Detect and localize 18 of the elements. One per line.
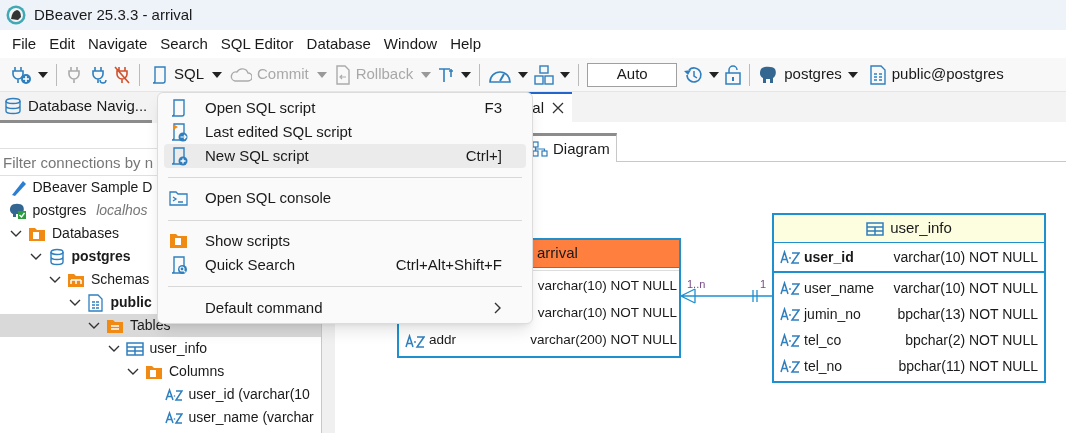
column-type: bpchar(11) NOT NULL: [898, 356, 1038, 376]
column-name: tel_co: [804, 330, 842, 350]
column-type: bpchar(2) NOT NULL: [905, 330, 1038, 350]
column-name: user_name: [804, 278, 875, 298]
cardinality-label: 1: [760, 277, 767, 292]
column-type: varchar(10) NOT NULL: [893, 278, 1038, 298]
entity-header: user_info: [774, 215, 1044, 243]
window-title: DBeaver 25.3.3 - arrival: [34, 4, 193, 25]
column-type: varchar(10) NOT NULL: [537, 304, 677, 323]
column-type: varchar(10) NOT NULL: [537, 277, 677, 296]
column-type: varchar(200) NOT NULL: [530, 331, 677, 350]
column-name: addr: [429, 331, 457, 350]
column-name: tel_no: [804, 356, 843, 376]
column-type: bpchar(13) NOT NULL: [897, 304, 1038, 324]
column-name: jumin_no: [804, 304, 861, 324]
cardinality-label: 1..n: [687, 277, 706, 292]
column-type: varchar(10) NOT NULL: [893, 247, 1038, 267]
column-name: user_id: [804, 247, 854, 267]
